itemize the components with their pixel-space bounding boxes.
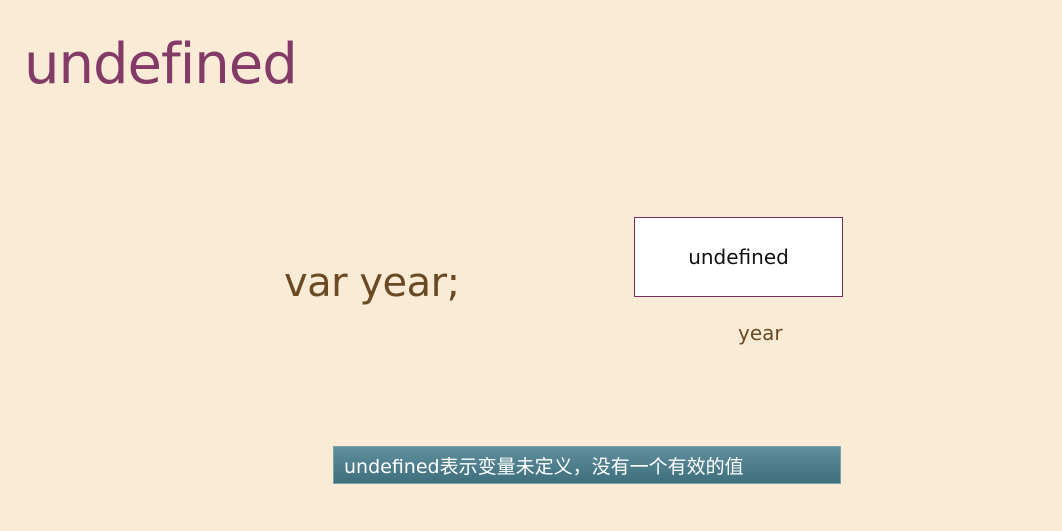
variable-value-box: undefined bbox=[634, 217, 843, 297]
caption-banner: undefined表示变量未定义，没有一个有效的值 bbox=[333, 446, 841, 484]
code-statement: var year; bbox=[284, 260, 460, 306]
variable-value: undefined bbox=[688, 245, 789, 269]
caption-text: undefined表示变量未定义，没有一个有效的值 bbox=[344, 455, 744, 478]
variable-name-label: year bbox=[738, 321, 783, 345]
slide-title: undefined bbox=[24, 32, 298, 97]
